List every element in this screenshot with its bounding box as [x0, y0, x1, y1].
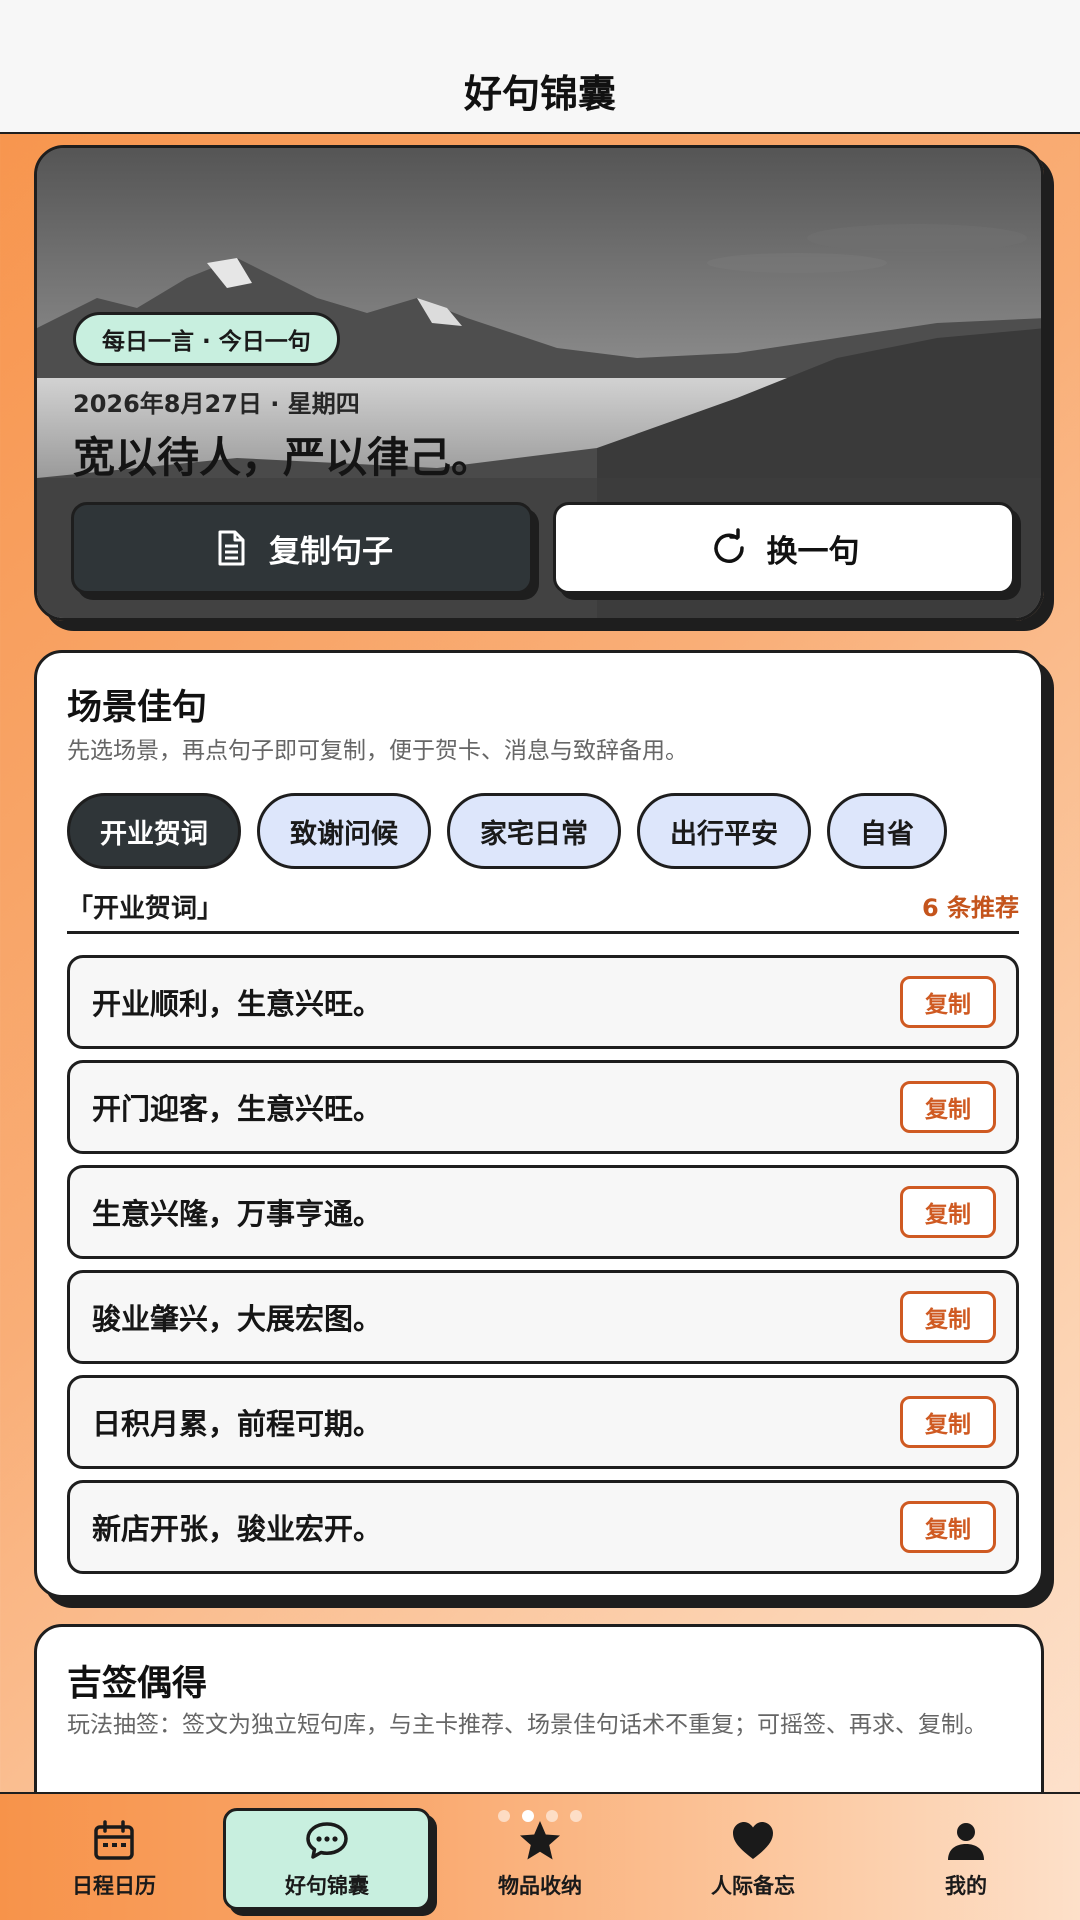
page-title: 好句锦囊 [463, 72, 616, 116]
bottom-navigation: 日程日历 好句锦囊 物品收纳 人际备忘 我的 [0, 1792, 1080, 1920]
nav-label: 日程日历 [72, 1874, 156, 1898]
phrase-text: 日积月累，前程可期。 [92, 1407, 383, 1441]
chat-bubble-icon [306, 1822, 348, 1859]
scene-phrases-card: 场景佳句 先选场景，再点句子即可复制，便于贺卡、消息与致辞备用。 开业贺词 致谢… [34, 650, 1044, 1598]
lucky-draw-title: 吉签偶得 [67, 1664, 208, 1704]
refresh-icon [713, 528, 744, 563]
phrase-item[interactable]: 开业顺利，生意兴旺。 复制 [67, 955, 1019, 1049]
copy-button[interactable]: 复制 [900, 1081, 996, 1133]
phrase-text: 骏业肇兴，大展宏图。 [92, 1302, 383, 1336]
daily-quote-card: 每日一言 · 今日一句 2026年8月27日 · 星期四 宽以待人，严以律己。 … [34, 145, 1044, 621]
phrase-text: 生意兴隆，万事亨通。 [92, 1197, 383, 1231]
copy-button[interactable]: 复制 [900, 976, 996, 1028]
nav-item-calendar[interactable]: 日程日历 [14, 1808, 214, 1910]
chip-travel-safety[interactable]: 出行平安 [637, 793, 811, 869]
daily-quote-text: 宽以待人，严以律己。 [73, 433, 494, 482]
phrase-list-title: 「开业贺词」 [67, 894, 224, 924]
scene-chip-row: 开业贺词 致谢问候 家宅日常 出行平安 自省 [67, 793, 1019, 873]
phrase-item[interactable]: 生意兴隆，万事亨通。 复制 [67, 1165, 1019, 1259]
nav-label: 人际备忘 [711, 1874, 795, 1898]
copy-button[interactable]: 复制 [900, 1396, 996, 1448]
quote-date: 2026年8月27日 · 星期四 [73, 390, 360, 418]
next-sentence-label: 换一句 [766, 533, 860, 570]
nav-item-contacts[interactable]: 人际备忘 [653, 1808, 853, 1910]
chip-opening-wishes[interactable]: 开业贺词 [67, 793, 241, 869]
phrase-item[interactable]: 骏业肇兴，大展宏图。 复制 [67, 1270, 1019, 1364]
copy-sentence-button[interactable]: 复制句子 [71, 502, 533, 594]
star-icon [520, 1821, 560, 1860]
daily-badge: 每日一言 · 今日一句 [73, 312, 340, 366]
chip-self-reflection[interactable]: 自省 [827, 793, 947, 869]
nav-label: 物品收纳 [498, 1874, 582, 1898]
copy-sentence-label: 复制句子 [269, 533, 393, 570]
chip-home-daily[interactable]: 家宅日常 [447, 793, 621, 869]
scene-title: 场景佳句 [67, 688, 208, 728]
top-bar: 好句锦囊 [0, 0, 1080, 134]
phrase-item[interactable]: 日积月累，前程可期。 复制 [67, 1375, 1019, 1469]
lucky-draw-subtitle: 玩法抽签：签文为独立短句库，与主卡推荐、场景佳句话术不重复；可摇签、再求、复制。 [67, 1712, 987, 1738]
phrase-count: 6 条推荐 [921, 894, 1019, 922]
phrase-text: 开门迎客，生意兴旺。 [92, 1092, 383, 1126]
nav-item-storage[interactable]: 物品收纳 [440, 1808, 640, 1910]
nav-label: 我的 [945, 1874, 987, 1898]
phrase-item[interactable]: 新店开张，骏业宏开。 复制 [67, 1480, 1019, 1574]
document-icon [218, 530, 245, 566]
chip-thanks-greetings[interactable]: 致谢问候 [257, 793, 431, 869]
phrase-text: 新店开张，骏业宏开。 [92, 1512, 383, 1546]
calendar-icon [94, 1820, 134, 1860]
phrase-list-header: 「开业贺词」 6 条推荐 [67, 888, 1019, 934]
copy-button[interactable]: 复制 [900, 1291, 996, 1343]
next-sentence-button[interactable]: 换一句 [553, 502, 1015, 594]
scene-subtitle: 先选场景，再点句子即可复制，便于贺卡、消息与致辞备用。 [67, 738, 688, 764]
heart-icon [733, 1822, 773, 1859]
nav-item-profile[interactable]: 我的 [866, 1808, 1066, 1910]
phrase-item[interactable]: 开门迎客，生意兴旺。 复制 [67, 1060, 1019, 1154]
nav-item-phrases[interactable]: 好句锦囊 [223, 1808, 431, 1910]
phrase-text: 开业顺利，生意兴旺。 [92, 987, 383, 1021]
user-icon [948, 1823, 984, 1860]
copy-button[interactable]: 复制 [900, 1186, 996, 1238]
nav-label: 好句锦囊 [285, 1874, 369, 1898]
copy-button[interactable]: 复制 [900, 1501, 996, 1553]
